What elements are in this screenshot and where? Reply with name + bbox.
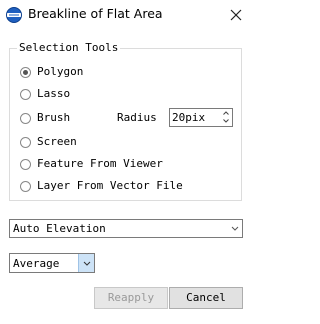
radio-button[interactable]	[20, 112, 31, 124]
radio-feature-from-viewer[interactable]: Feature From Viewer	[20, 157, 163, 171]
radio-brush[interactable]: Brush	[20, 111, 70, 125]
radio-label: Polygon	[37, 65, 84, 78]
radius-label: Radius	[117, 111, 157, 124]
radio-layer-from-vector-file[interactable]: Layer From Vector File	[20, 179, 183, 193]
selection-tools-label: Selection Tools	[17, 41, 121, 54]
radio-label: Lasso	[37, 87, 71, 100]
radio-button[interactable]	[20, 88, 31, 100]
close-button[interactable]	[226, 5, 246, 25]
radio-button[interactable]	[20, 136, 31, 148]
spin-up-button[interactable]	[220, 109, 232, 117]
radio-button[interactable]	[20, 66, 31, 78]
chevron-down-icon	[223, 119, 229, 123]
cancel-button[interactable]: Cancel	[169, 287, 243, 309]
radius-spinbox[interactable]	[169, 108, 233, 127]
radio-screen[interactable]: Screen	[20, 135, 77, 149]
radio-lasso[interactable]: Lasso	[20, 87, 70, 101]
radio-label: Feature From Viewer	[37, 157, 163, 170]
radio-label: Brush	[37, 111, 71, 124]
elevation-select-value: Auto Elevation	[13, 222, 106, 235]
window-title: Breakline of Flat Area	[28, 6, 163, 21]
elevation-select[interactable]: Auto Elevation	[9, 219, 243, 238]
method-select[interactable]: Average	[9, 253, 95, 273]
radio-polygon[interactable]: Polygon	[20, 65, 83, 79]
radio-label: Screen	[37, 135, 77, 148]
radio-label: Layer From Vector File	[37, 179, 183, 192]
radio-button[interactable]	[20, 180, 31, 192]
spin-down-button[interactable]	[220, 117, 232, 125]
radio-button[interactable]	[20, 158, 31, 170]
reapply-button[interactable]: Reapply	[94, 287, 168, 309]
method-dropdown-button[interactable]	[78, 254, 94, 272]
chevron-down-icon	[83, 261, 91, 266]
chevron-up-icon	[223, 111, 229, 115]
method-select-value: Average	[13, 257, 60, 270]
breakline-dialog: Breakline of Flat Area Selection Tools P…	[0, 0, 253, 324]
close-icon	[230, 9, 242, 21]
globe-logo-icon	[6, 7, 22, 23]
chevron-down-icon	[231, 226, 239, 231]
title-bar: Breakline of Flat Area	[0, 0, 253, 30]
radius-input[interactable]	[172, 110, 218, 125]
